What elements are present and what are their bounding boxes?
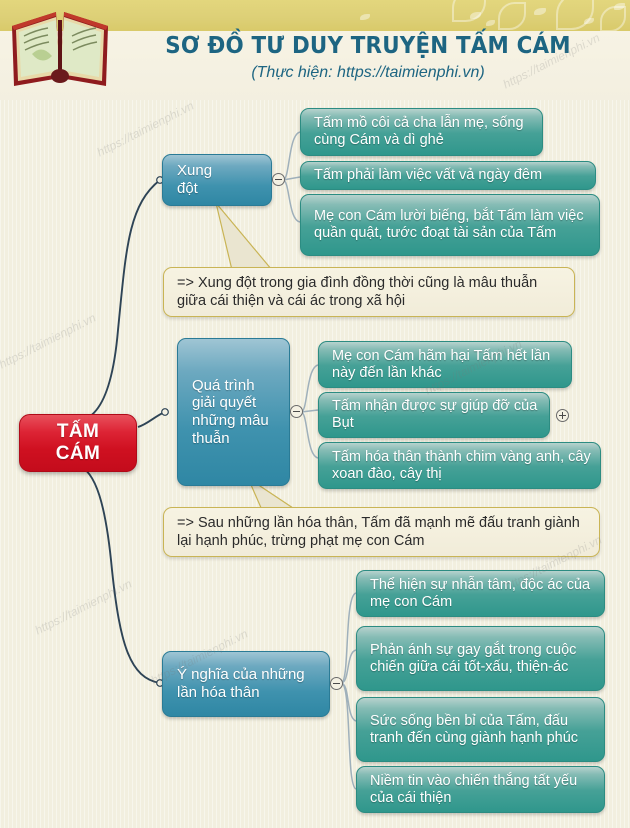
leaf-node-y-nghia-4[interactable]: Niềm tin vào chiến thắng tất yếu của cái… [356,766,605,813]
leaf-node-qua-trinh-2-text: Tấm nhận được sự giúp đỡ của Bụt [332,398,538,431]
connector-endpoint [161,408,169,416]
leaf-node-xung-dot-3-text: Mẹ con Cám lười biếng, bắt Tấm làm việc … [314,208,584,241]
callout-qua-trinh-text: => Sau những lần hóa thân, Tấm đã mạnh m… [177,514,580,549]
central-node-tam-cam[interactable]: TẤM CÁM [19,414,137,472]
leaf-node-xung-dot-1-text: Tấm mồ côi cả cha lẫn mẹ, sống cùng Cám … [314,115,524,148]
leaf-node-qua-trinh-3[interactable]: Tấm hóa thân thành chim vàng anh, cây xo… [318,442,601,489]
connector-central-to-xung-dot [76,179,161,422]
leaf-node-y-nghia-1-text: Thể hiện sự nhẫn tâm, độc ác của mẹ con … [370,576,591,610]
leaf-node-y-nghia-1[interactable]: Thể hiện sự nhẫn tâm, độc ác của mẹ con … [356,570,605,617]
leaf-node-qua-trinh-3-text: Tấm hóa thân thành chim vàng anh, cây xo… [332,448,591,482]
connector-branch2-leaf3 [300,411,319,459]
leaf-node-xung-dot-3[interactable]: Mẹ con Cám lười biếng, bắt Tấm làm việc … [300,194,600,256]
branch-node-qua-trinh[interactable]: Quá trình giải quyết những mâu thuẫn [177,338,290,486]
collapse-toggle-qua-trinh[interactable] [290,405,303,418]
leaf-node-qua-trinh-2[interactable]: Tấm nhận được sự giúp đỡ của Bụt [318,392,550,438]
collapse-toggle-xung-dot[interactable] [272,173,285,186]
branch-node-xung-dot-label: Xung đột [177,162,213,197]
expand-toggle-qua-trinh-leaf-2[interactable] [556,409,569,422]
callout-xung-dot: => Xung đột trong gia đình đồng thời cũn… [163,267,575,317]
connector-central-to-qua-trinh [137,411,166,428]
leaf-node-y-nghia-3[interactable]: Sức sống bền bỉ của Tấm, đấu tranh đến c… [356,697,605,762]
connector-branch2-leaf1 [300,364,319,413]
leaf-node-xung-dot-2-text: Tấm phải làm việc vất vả ngày đêm [314,167,543,184]
connector-branch3-leaf1 [340,592,357,684]
connector-branch1-leaf1 [282,131,301,181]
collapse-toggle-y-nghia[interactable] [330,677,343,690]
branch-node-y-nghia-label: Ý nghĩa của những lần hóa thân [177,666,305,701]
central-node-line1: TẤM [56,420,100,442]
connector-branch1-leaf3 [282,179,301,223]
callout-xung-dot-text: => Xung đột trong gia đình đồng thời cũn… [177,274,538,309]
connector-central-to-y-nghia [76,464,161,684]
leaf-node-xung-dot-1[interactable]: Tấm mồ côi cả cha lẫn mẹ, sống cùng Cám … [300,108,543,156]
callout-qua-trinh: => Sau những lần hóa thân, Tấm đã mạnh m… [163,507,600,557]
central-node-line2: CÁM [55,443,101,464]
leaf-node-qua-trinh-1-text: Mẹ con Cám hãm hại Tấm hết lần này đến l… [332,347,551,381]
branch-node-y-nghia[interactable]: Ý nghĩa của những lần hóa thân [162,651,330,717]
leaf-node-qua-trinh-1[interactable]: Mẹ con Cám hãm hại Tấm hết lần này đến l… [318,341,572,388]
leaf-node-y-nghia-2[interactable]: Phản ánh sự gay gắt trong cuộc chiến giữ… [356,626,605,691]
branch-node-qua-trinh-label: Quá trình giải quyết những mâu thuẫn [192,376,269,447]
leaf-node-y-nghia-2-text: Phản ánh sự gay gắt trong cuộc chiến giữ… [370,641,577,675]
leaf-node-xung-dot-2[interactable]: Tấm phải làm việc vất vả ngày đêm [300,161,596,190]
leaf-node-y-nghia-3-text: Sức sống bền bỉ của Tấm, đấu tranh đến c… [370,712,579,746]
leaf-node-y-nghia-4-text: Niềm tin vào chiến thắng tất yếu của cái… [370,772,578,806]
branch-node-xung-dot[interactable]: Xung đột [162,154,272,206]
mindmap-page: SƠ ĐỒ TƯ DUY TRUYỆN TẤM CÁM (Thực hiện: … [0,0,630,828]
callout-tail-1 [215,202,274,271]
